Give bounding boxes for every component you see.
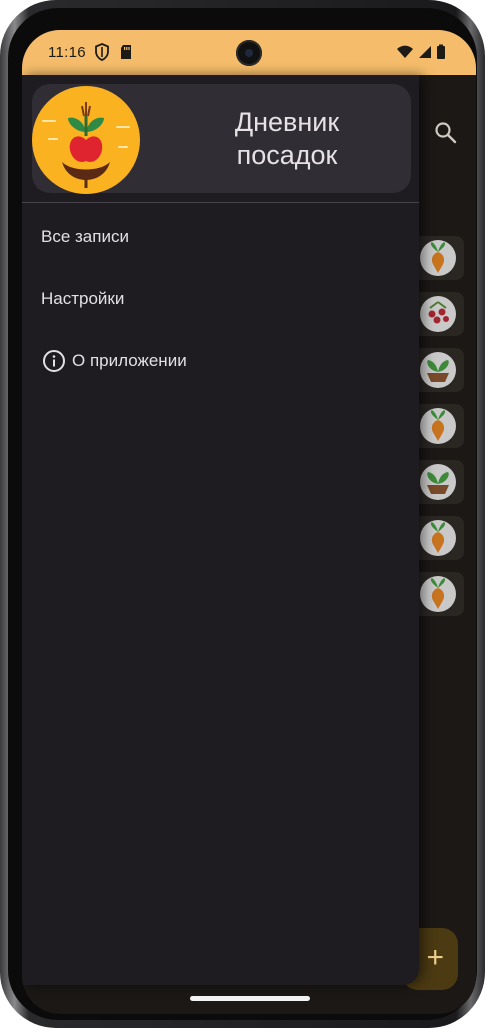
beet-icon — [420, 408, 456, 444]
menu-item-label: Все записи — [41, 227, 129, 246]
list-item[interactable] — [412, 236, 464, 280]
menu-item-label: Настройки — [41, 289, 125, 308]
phone-frame: 11:16 + Дневник посадок Все записи Настр… — [0, 0, 485, 1028]
sprout-apple-logo — [32, 86, 140, 194]
header-divider — [22, 202, 419, 203]
status-bar: 11:16 — [22, 30, 476, 75]
signal-icon — [419, 46, 431, 58]
beet-icon — [420, 576, 456, 612]
phone-bezel: 11:16 + Дневник посадок Все записи Настр… — [8, 8, 477, 1020]
battery-icon — [437, 44, 445, 59]
list-item[interactable] — [412, 516, 464, 560]
list-item[interactable] — [412, 348, 464, 392]
front-camera — [236, 40, 262, 66]
home-gesture-bar[interactable] — [190, 996, 310, 1001]
beet-icon — [420, 240, 456, 276]
app-title-line2: посадок — [236, 140, 338, 170]
screen: 11:16 + Дневник посадок Все записи Настр… — [22, 30, 476, 1014]
menu-item-all-entries[interactable]: Все записи — [32, 213, 409, 261]
wifi-icon — [397, 45, 413, 58]
list-item[interactable] — [412, 292, 464, 336]
add-icon: + — [426, 941, 444, 974]
menu-item-about[interactable]: О приложении — [32, 337, 409, 385]
seedling-pot-icon — [420, 352, 456, 388]
app-title: Дневник посадок — [202, 106, 372, 172]
menu-item-settings[interactable]: Настройки — [32, 275, 409, 323]
app-title-line1: Дневник — [234, 107, 340, 137]
beet-icon — [420, 520, 456, 556]
list-item[interactable] — [412, 404, 464, 448]
shield-icon — [95, 43, 109, 61]
info-icon — [43, 350, 65, 372]
status-time: 11:16 — [48, 44, 86, 61]
seedling-pot-icon — [420, 464, 456, 500]
search-icon[interactable] — [432, 119, 460, 147]
berries-icon — [420, 296, 456, 332]
menu-item-label: О приложении — [72, 351, 187, 370]
sd-card-icon — [121, 45, 131, 59]
list-item[interactable] — [412, 460, 464, 504]
list-item[interactable] — [412, 572, 464, 616]
drawer-header: Дневник посадок — [32, 84, 411, 194]
navigation-drawer: Дневник посадок Все записи Настройки О п… — [22, 75, 419, 985]
